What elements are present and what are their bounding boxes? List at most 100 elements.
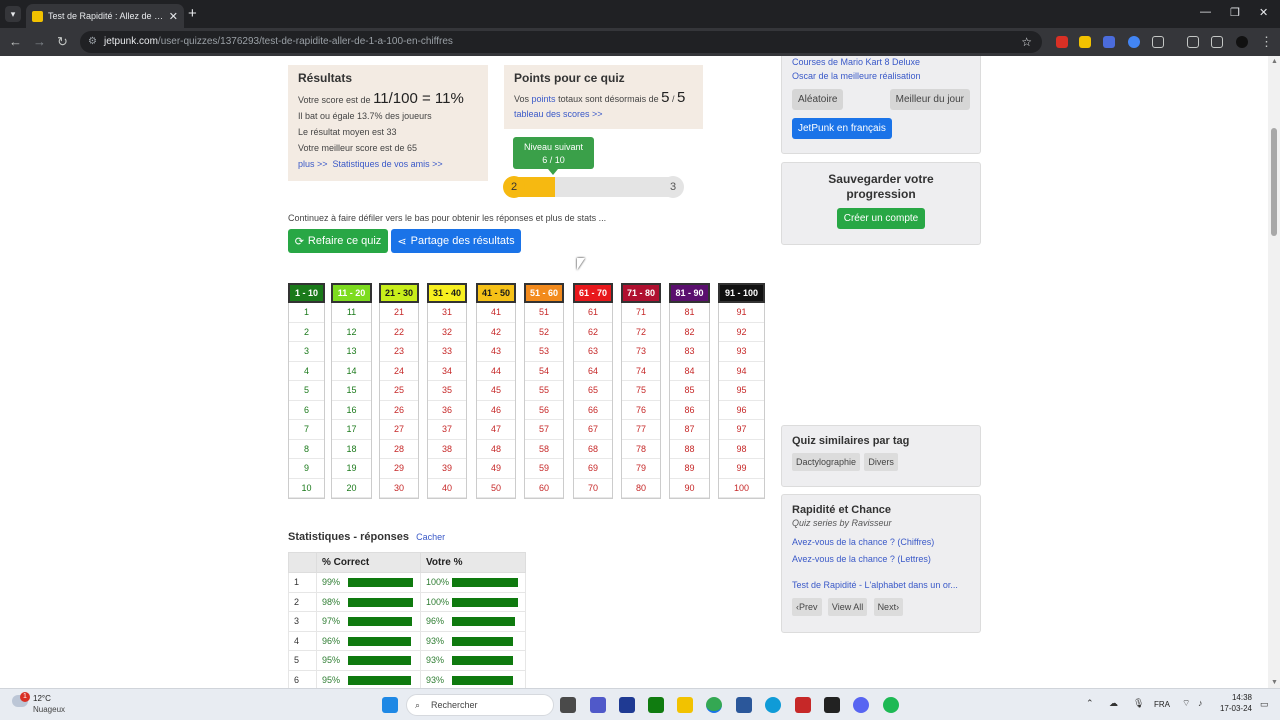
grid-cell: 6 — [289, 401, 324, 420]
task-view-icon[interactable] — [560, 697, 576, 713]
scores-table-link[interactable]: tableau des scores >> — [514, 109, 603, 119]
notification-icon[interactable]: ▭ — [1260, 699, 1269, 710]
friends-stats-link[interactable]: Statistiques de vos amis >> — [333, 159, 443, 169]
stats-correct-bar — [348, 675, 411, 685]
stats-row-number: 2 — [288, 591, 317, 612]
scroll-thumb[interactable] — [1271, 128, 1277, 236]
mario-kart-link[interactable]: Courses de Mario Kart 8 Deluxe — [792, 57, 920, 67]
close-window-icon[interactable]: ✕ — [1259, 6, 1268, 19]
store-icon[interactable] — [736, 697, 752, 713]
spotify-icon[interactable] — [883, 697, 899, 713]
forward-icon[interactable]: → — [33, 34, 46, 49]
grid-column-header: 61 - 70 — [573, 283, 613, 303]
stats-correct-cell: 95% — [316, 669, 421, 688]
tray-mic-icon[interactable]: 🎙 — [1133, 698, 1144, 709]
xbox-icon[interactable] — [648, 697, 664, 713]
grid-cell: 13 — [332, 342, 371, 362]
windows-start-icon[interactable] — [382, 697, 398, 713]
retry-quiz-button[interactable]: ⟳ Refaire ce quiz — [288, 229, 388, 253]
best-of-day-button[interactable]: Meilleur du jour — [889, 89, 970, 110]
stats-correct-bar — [348, 578, 413, 588]
chrome-taskbar-icon[interactable] — [706, 697, 722, 713]
grid-column: 41 - 50 41 42 43 44 45 46 47 48 49 50 — [476, 283, 516, 499]
grid-cell: 22 — [380, 323, 418, 342]
grid-cell: 74 — [622, 362, 660, 381]
quiz-series-card: Rapidité et Chance Quiz series by Raviss… — [781, 494, 981, 633]
edge-icon[interactable] — [765, 697, 781, 713]
app-l-icon[interactable] — [619, 697, 635, 713]
browser-tab[interactable]: Test de Rapidité : Allez de 1 à 100 ✕ — [26, 4, 184, 28]
grid-cell: 90 — [670, 479, 709, 498]
random-button[interactable]: Aléatoire — [792, 89, 844, 110]
tray-clock[interactable]: 14:38 17-03-24 — [1216, 693, 1252, 713]
tag-divers[interactable]: Divers — [864, 453, 898, 471]
new-tab-icon[interactable]: + — [188, 5, 197, 22]
media-control-icon[interactable] — [1187, 36, 1199, 48]
grid-column-body: 31 32 33 34 35 36 37 38 39 40 — [427, 303, 467, 499]
minimize-icon[interactable]: — — [1200, 6, 1211, 18]
series-link-lettres[interactable]: Avez-vous de la chance ? (Lettres) — [792, 554, 931, 564]
reload-icon[interactable]: ↻ — [57, 34, 68, 50]
series-prev-button[interactable]: ‹Prev — [792, 598, 822, 616]
stats-correct-cell: 98% — [316, 591, 421, 612]
tray-volume-icon[interactable]: ♪ — [1198, 698, 1203, 708]
extension-arrow-icon[interactable] — [1103, 36, 1115, 48]
scroll-up-icon[interactable]: ▲ — [1271, 58, 1278, 65]
tab-title: Test de Rapidité : Allez de 1 à 100 — [48, 11, 165, 21]
grid-cell: 77 — [622, 420, 660, 440]
tag-dactylographie[interactable]: Dactylographie — [792, 453, 861, 471]
site-info-icon[interactable]: ⚙ — [88, 31, 97, 53]
maximize-icon[interactable]: ❐ — [1230, 6, 1240, 19]
tray-network-icon[interactable]: ☁ — [1109, 698, 1118, 709]
profile-avatar-icon[interactable] — [1236, 36, 1248, 48]
stats-correct-bar — [348, 656, 411, 666]
bookmark-star-icon[interactable]: ☆ — [1021, 31, 1032, 53]
share-results-button[interactable]: ⋖ Partage des résultats — [391, 229, 521, 253]
tray-wifi-icon[interactable]: ⌔ — [1182, 698, 1190, 709]
extensions-puzzle-icon[interactable] — [1152, 36, 1164, 48]
series-link-chiffres[interactable]: Avez-vous de la chance ? (Chiffres) — [792, 537, 934, 547]
page-scrollbar[interactable]: ▲ ▼ — [1268, 56, 1280, 688]
stats-yours-cell: 93% — [420, 630, 526, 651]
grid-cell: 88 — [670, 440, 709, 459]
extension-yellow-icon[interactable] — [1079, 36, 1091, 48]
grid-cell: 33 — [428, 342, 466, 362]
grid-cell: 85 — [670, 381, 709, 401]
next-level-tooltip: Niveau suivant 6 / 10 — [513, 137, 594, 169]
grid-cell: 9 — [289, 459, 324, 479]
jetpunk-french-button[interactable]: JetPunk en français — [792, 118, 892, 139]
side-panel-icon[interactable] — [1211, 36, 1223, 48]
app-dark-icon[interactable] — [824, 697, 840, 713]
extension-blue-icon[interactable] — [1128, 36, 1140, 48]
oscar-link[interactable]: Oscar de la meilleure réalisation — [792, 71, 921, 81]
hide-stats-link[interactable]: Cacher — [416, 532, 445, 542]
grid-column-header: 21 - 30 — [379, 283, 419, 303]
series-next-button[interactable]: Next› — [873, 598, 904, 616]
stats-col-number — [288, 552, 317, 573]
grid-column-body: 41 42 43 44 45 46 47 48 49 50 — [476, 303, 516, 499]
address-bar[interactable]: ⚙ jetpunk.com/user-quizzes/1376293/test-… — [80, 31, 1042, 53]
extension-red-icon[interactable] — [1056, 36, 1068, 48]
series-view-all-button[interactable]: View All — [827, 598, 868, 616]
mouse-cursor — [577, 258, 585, 270]
create-account-button[interactable]: Créer un compte — [836, 208, 926, 229]
teams-icon[interactable] — [590, 697, 606, 713]
series-next-link[interactable]: Test de Rapidité - L'alphabet dans un or… — [792, 580, 958, 590]
mcafee-icon[interactable] — [795, 697, 811, 713]
tab-close-icon[interactable]: ✕ — [169, 10, 178, 23]
series-by-label: Quiz series by — [792, 518, 850, 528]
language-indicator[interactable]: FRA — [1154, 700, 1170, 709]
taskbar-search-box[interactable]: ⌕ Rechercher — [406, 694, 554, 716]
points-link[interactable]: points — [532, 94, 556, 104]
file-explorer-icon[interactable] — [677, 697, 693, 713]
discord-icon[interactable] — [853, 697, 869, 713]
tab-search-icon[interactable]: ▾ — [5, 6, 21, 22]
more-link[interactable]: plus >> — [298, 159, 328, 169]
tray-chevron-icon[interactable]: ⌃ — [1086, 698, 1094, 709]
tooltip-arrow — [548, 169, 558, 175]
back-icon[interactable]: ← — [9, 34, 22, 49]
grid-cell: 34 — [428, 362, 466, 381]
grid-cell: 63 — [574, 342, 612, 362]
menu-dots-icon[interactable]: ⋮ — [1260, 34, 1273, 50]
scroll-down-icon[interactable]: ▼ — [1271, 679, 1278, 686]
